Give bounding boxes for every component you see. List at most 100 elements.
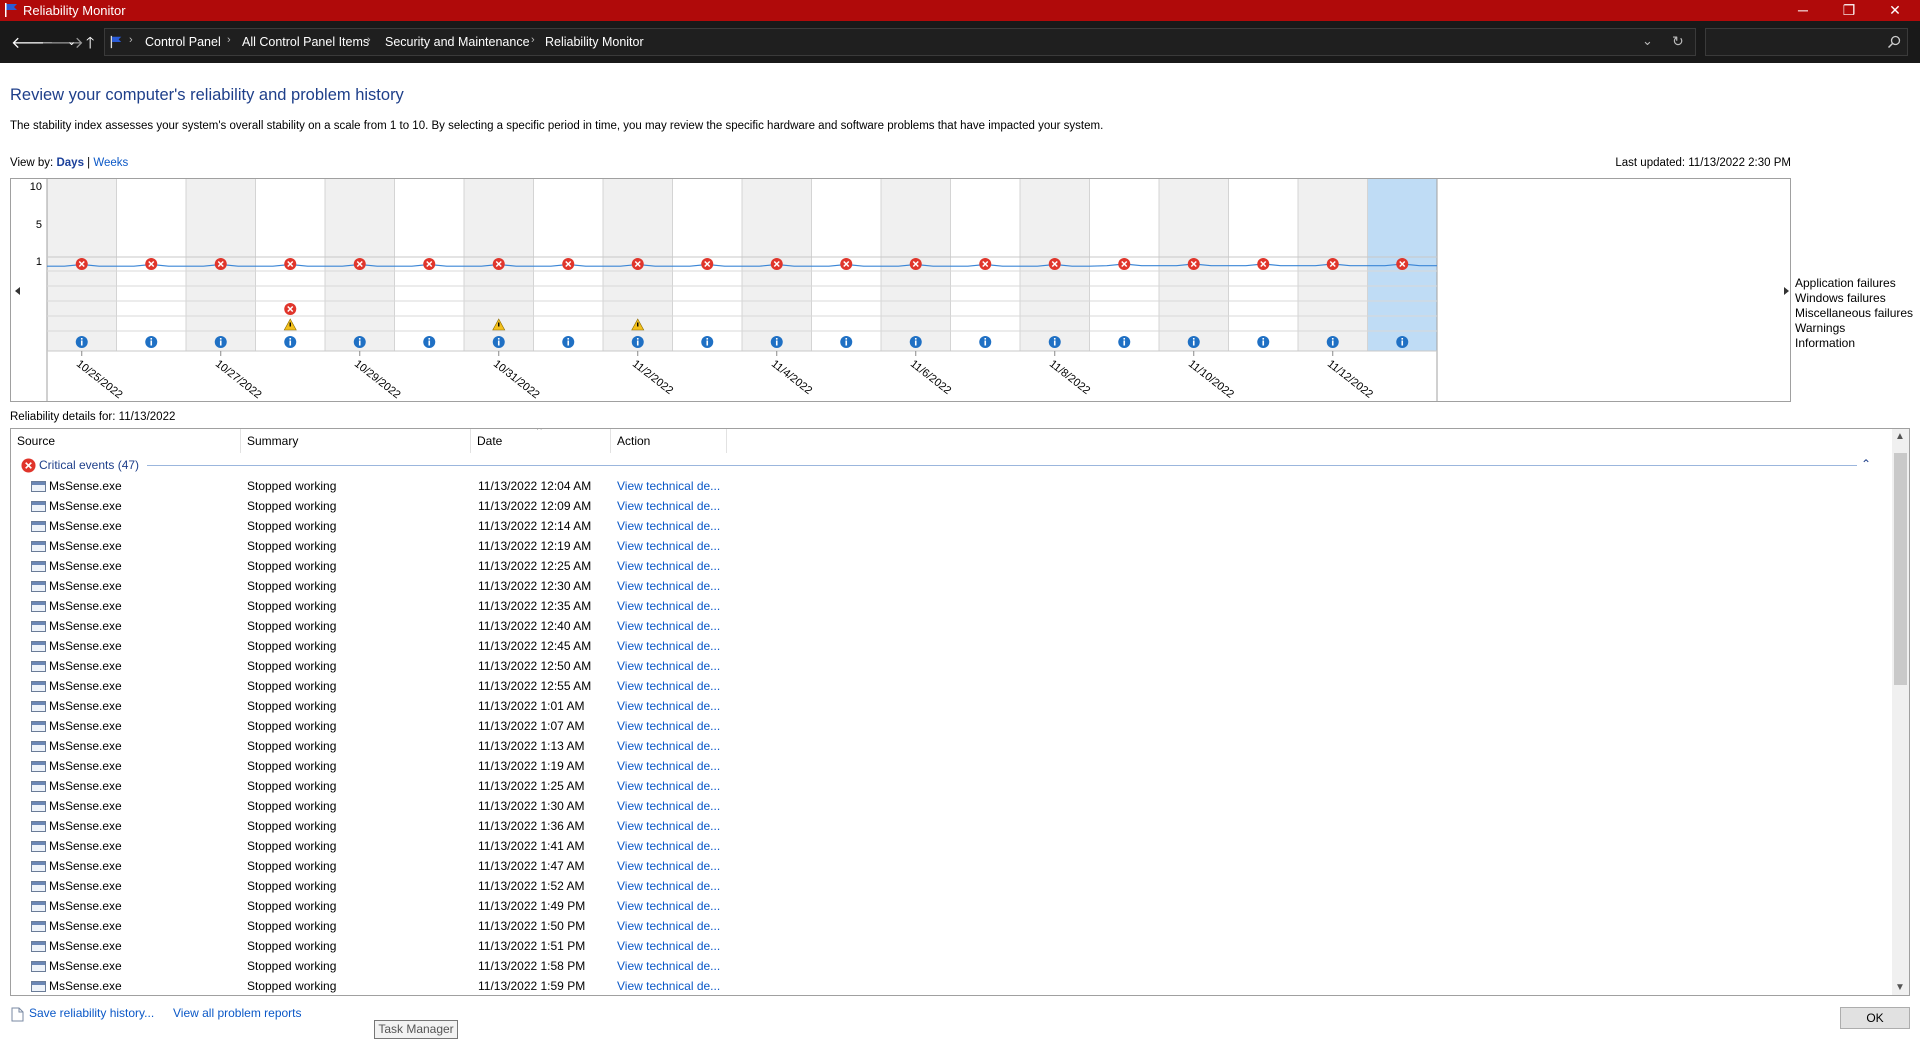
view-technical-details-link[interactable]: View technical de... xyxy=(617,619,720,633)
view-weeks-link[interactable]: Weeks xyxy=(93,157,128,169)
row-summary: Stopped working xyxy=(247,679,337,693)
breadcrumb-control-panel[interactable]: Control Panel xyxy=(145,35,221,49)
breadcrumb-all-items[interactable]: All Control Panel Items xyxy=(242,35,369,49)
application-icon xyxy=(31,881,46,892)
view-technical-details-link[interactable]: View technical de... xyxy=(617,979,720,993)
row-summary: Stopped working xyxy=(247,899,337,913)
table-row[interactable]: MsSense.exe Stopped working 11/13/2022 12:… xyxy=(11,476,1891,496)
breadcrumb[interactable]: › Control Panel › All Control Panel Item… xyxy=(104,28,1696,56)
details-heading: Reliability details for: 11/13/2022 xyxy=(10,411,176,423)
y-tick-label: 5 xyxy=(36,219,42,231)
table-row[interactable]: MsSense.exe Stopped working 11/13/2022 1:5… xyxy=(11,876,1891,896)
table-row[interactable]: MsSense.exe Stopped working 11/13/2022 12:… xyxy=(11,596,1891,616)
view-technical-details-link[interactable]: View technical de... xyxy=(617,939,720,953)
table-row[interactable]: MsSense.exe Stopped working 11/13/2022 1:5… xyxy=(11,936,1891,956)
up-arrow-icon[interactable]: 🡑 xyxy=(86,32,94,59)
table-row[interactable]: MsSense.exe Stopped working 11/13/2022 1:4… xyxy=(11,856,1891,876)
chart-scroll-right-icon[interactable] xyxy=(1784,287,1789,295)
view-technical-details-link[interactable]: View technical de... xyxy=(617,839,720,853)
refresh-icon[interactable]: ↻ xyxy=(1672,33,1684,50)
row-date: 11/13/2022 12:55 AM xyxy=(478,679,592,693)
collapse-chevron-icon[interactable]: ⌃ xyxy=(1861,457,1871,471)
view-technical-details-link[interactable]: View technical de... xyxy=(617,519,720,533)
table-row[interactable]: MsSense.exe Stopped working 11/13/2022 12:… xyxy=(11,556,1891,576)
table-row[interactable]: MsSense.exe Stopped working 11/13/2022 1:4… xyxy=(11,836,1891,856)
column-header-action[interactable]: Action xyxy=(611,429,727,453)
column-header-source[interactable]: Source xyxy=(11,429,241,453)
view-technical-details-link[interactable]: View technical de... xyxy=(617,559,720,573)
view-days-link[interactable]: Days xyxy=(56,157,84,169)
view-technical-details-link[interactable]: View technical de... xyxy=(617,499,720,513)
vertical-scrollbar[interactable]: ▲ ▼ xyxy=(1892,429,1909,995)
scroll-up-arrow-icon[interactable]: ▲ xyxy=(1895,431,1905,442)
address-dropdown-chevron-icon[interactable]: ⌄ xyxy=(1642,33,1653,49)
view-technical-details-link[interactable]: View technical de... xyxy=(617,639,720,653)
information-icon-dot xyxy=(1331,338,1334,340)
recent-locations-chevron-icon[interactable]: ⌄ xyxy=(67,35,76,48)
table-row[interactable]: MsSense.exe Stopped working 11/13/2022 1:4… xyxy=(11,896,1891,916)
view-technical-details-link[interactable]: View technical de... xyxy=(617,919,720,933)
table-row[interactable]: MsSense.exe Stopped working 11/13/2022 12:… xyxy=(11,496,1891,516)
table-row[interactable]: MsSense.exe Stopped working 11/13/2022 12:… xyxy=(11,536,1891,556)
table-row[interactable]: MsSense.exe Stopped working 11/13/2022 12:… xyxy=(11,636,1891,656)
view-technical-details-link[interactable]: View technical de... xyxy=(617,899,720,913)
view-technical-details-link[interactable]: View technical de... xyxy=(617,479,720,493)
scroll-down-arrow-icon[interactable]: ▼ xyxy=(1895,982,1905,993)
table-row[interactable]: MsSense.exe Stopped working 11/13/2022 1:1… xyxy=(11,736,1891,756)
row-summary: Stopped working xyxy=(247,559,337,573)
stability-chart-graphic[interactable]: 10 5 1 10/25/2022 10/27/2022 10/29/2022 10/31/… xyxy=(11,179,1792,403)
events-table[interactable]: Source Summary Date ^ Action Critical ev… xyxy=(10,428,1910,996)
table-row[interactable]: MsSense.exe Stopped working 11/13/2022 12:… xyxy=(11,656,1891,676)
row-summary: Stopped working xyxy=(247,819,337,833)
view-technical-details-link[interactable]: View technical de... xyxy=(617,759,720,773)
breadcrumb-security-maintenance[interactable]: Security and Maintenance xyxy=(385,35,530,49)
view-technical-details-link[interactable]: View technical de... xyxy=(617,779,720,793)
scrollbar-thumb[interactable] xyxy=(1894,453,1907,685)
table-row[interactable]: MsSense.exe Stopped working 11/13/2022 1:0… xyxy=(11,716,1891,736)
critical-events-group[interactable]: Critical events (47) ⌃ xyxy=(17,456,1887,474)
warning-icon-mark xyxy=(637,322,639,327)
table-row[interactable]: MsSense.exe Stopped working 11/13/2022 1:5… xyxy=(11,976,1891,995)
view-technical-details-link[interactable]: View technical de... xyxy=(617,719,720,733)
view-technical-details-link[interactable]: View technical de... xyxy=(617,819,720,833)
view-technical-details-link[interactable]: View technical de... xyxy=(617,959,720,973)
view-technical-details-link[interactable]: View technical de... xyxy=(617,699,720,713)
table-row[interactable]: MsSense.exe Stopped working 11/13/2022 1:1… xyxy=(11,756,1891,776)
footer-bar: Save reliability history... View all pro… xyxy=(0,998,1920,1040)
minimize-button[interactable]: ─ xyxy=(1780,0,1826,21)
save-reliability-history-link[interactable]: Save reliability history... xyxy=(29,1006,154,1020)
view-technical-details-link[interactable]: View technical de... xyxy=(617,859,720,873)
column-header-summary[interactable]: Summary xyxy=(241,429,471,453)
stability-chart[interactable]: 10 5 1 10/25/2022 10/27/2022 10/29/2022 10/31/… xyxy=(10,178,1791,402)
breadcrumb-reliability-monitor[interactable]: Reliability Monitor xyxy=(545,35,644,49)
view-technical-details-link[interactable]: View technical de... xyxy=(617,879,720,893)
view-all-problem-reports-link[interactable]: View all problem reports xyxy=(173,1006,302,1020)
restore-button[interactable]: ❐ xyxy=(1826,0,1872,21)
chart-scroll-left-icon[interactable] xyxy=(15,287,20,295)
table-row[interactable]: MsSense.exe Stopped working 11/13/2022 1:5… xyxy=(11,916,1891,936)
view-technical-details-link[interactable]: View technical de... xyxy=(617,539,720,553)
search-input[interactable] xyxy=(1705,28,1908,56)
view-technical-details-link[interactable]: View technical de... xyxy=(617,659,720,673)
table-row[interactable]: MsSense.exe Stopped working 11/13/2022 1:5… xyxy=(11,956,1891,976)
view-technical-details-link[interactable]: View technical de... xyxy=(617,679,720,693)
view-technical-details-link[interactable]: View technical de... xyxy=(617,799,720,813)
table-row[interactable]: MsSense.exe Stopped working 11/13/2022 12:… xyxy=(11,616,1891,636)
table-row[interactable]: MsSense.exe Stopped working 11/13/2022 12:… xyxy=(11,516,1891,536)
view-technical-details-link[interactable]: View technical de... xyxy=(617,739,720,753)
view-technical-details-link[interactable]: View technical de... xyxy=(617,599,720,613)
critical-events-label[interactable]: Critical events (47) xyxy=(39,458,139,472)
search-icon[interactable] xyxy=(1887,35,1901,49)
ok-button[interactable]: OK xyxy=(1840,1007,1910,1029)
application-icon xyxy=(31,781,46,792)
table-row[interactable]: MsSense.exe Stopped working 11/13/2022 1:3… xyxy=(11,816,1891,836)
table-row[interactable]: MsSense.exe Stopped working 11/13/2022 1:2… xyxy=(11,776,1891,796)
view-technical-details-link[interactable]: View technical de... xyxy=(617,579,720,593)
row-date: 11/13/2022 12:50 AM xyxy=(478,659,592,673)
table-row[interactable]: MsSense.exe Stopped working 11/13/2022 12:… xyxy=(11,676,1891,696)
close-button[interactable]: ✕ xyxy=(1872,0,1918,21)
table-row[interactable]: MsSense.exe Stopped working 11/13/2022 12:… xyxy=(11,576,1891,596)
table-row[interactable]: MsSense.exe Stopped working 11/13/2022 1:0… xyxy=(11,696,1891,716)
forward-arrow-icon[interactable]: 🡒 xyxy=(41,32,84,53)
table-row[interactable]: MsSense.exe Stopped working 11/13/2022 1:3… xyxy=(11,796,1891,816)
